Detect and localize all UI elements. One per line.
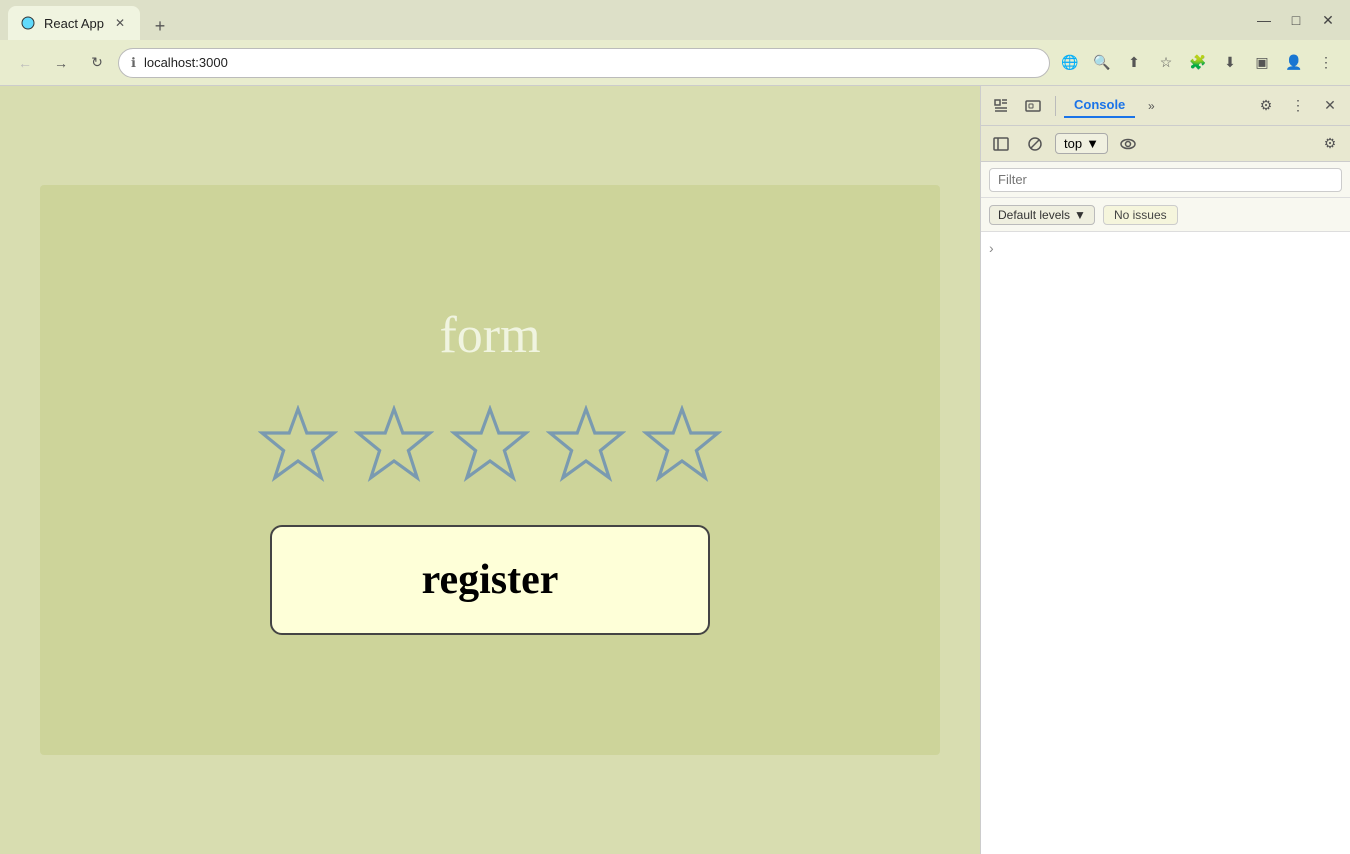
devtools-filter-bar xyxy=(981,162,1350,198)
app-container: form xyxy=(40,185,940,755)
devtools-console-content: › xyxy=(981,232,1350,854)
back-button[interactable]: ← xyxy=(10,48,40,78)
devtools-default-levels[interactable]: Default levels ▼ xyxy=(989,205,1095,225)
browser-window: React App ✕ + — □ ✕ ← → ↻ ℹ localhost:30… xyxy=(0,0,1350,854)
title-bar: React App ✕ + — □ ✕ xyxy=(0,0,1350,40)
translate-icon[interactable]: 🌐 xyxy=(1056,49,1084,77)
devtools-top-label: top xyxy=(1064,136,1082,151)
share-icon[interactable]: ⬆ xyxy=(1120,49,1148,77)
form-title: form xyxy=(439,306,540,365)
browser-toolbar: ← → ↻ ℹ localhost:3000 🌐 🔍 ⬆ ☆ 🧩 ⬇ ▣ 👤 ⋮ xyxy=(0,40,1350,86)
address-bar[interactable]: ℹ localhost:3000 xyxy=(118,48,1050,78)
maximize-button[interactable]: □ xyxy=(1282,6,1310,34)
devtools-eye-icon[interactable] xyxy=(1114,130,1142,158)
devtools-ban-icon[interactable] xyxy=(1021,130,1049,158)
devtools-sidebar-toggle[interactable] xyxy=(987,130,1015,158)
new-tab-button[interactable]: + xyxy=(146,12,174,40)
star-1[interactable] xyxy=(258,405,338,485)
download-icon[interactable]: ⬇ xyxy=(1216,49,1244,77)
extensions-icon[interactable]: 🧩 xyxy=(1184,49,1212,77)
devtools-top-chevron: ▼ xyxy=(1086,136,1099,151)
devtools-no-issues-badge: No issues xyxy=(1103,205,1178,225)
devtools-right-icons: ⚙ ⋮ ✕ xyxy=(1252,92,1344,120)
url-text: localhost:3000 xyxy=(144,55,228,70)
devtools-filter-input[interactable] xyxy=(989,168,1342,192)
browser-menu-icon[interactable]: ⋮ xyxy=(1312,49,1340,77)
devtools-more-tabs[interactable]: » xyxy=(1139,94,1163,118)
devtools-separator xyxy=(1055,96,1056,116)
devtools-levels-bar: Default levels ▼ No issues xyxy=(981,198,1350,232)
devtools-console-tab[interactable]: Console xyxy=(1064,93,1135,118)
default-levels-label: Default levels xyxy=(998,208,1070,222)
refresh-button[interactable]: ↻ xyxy=(82,48,112,78)
window-controls: — □ ✕ xyxy=(1250,6,1342,34)
devtools-inspect-icon[interactable] xyxy=(987,92,1015,120)
stars-rating xyxy=(258,405,722,485)
devtools-console-settings[interactable]: ⚙ xyxy=(1316,130,1344,158)
close-button[interactable]: ✕ xyxy=(1314,6,1342,34)
devtools-console-arrow[interactable]: › xyxy=(989,240,994,256)
register-button[interactable]: register xyxy=(270,525,710,635)
toolbar-icons: 🌐 🔍 ⬆ ☆ 🧩 ⬇ ▣ 👤 ⋮ xyxy=(1056,49,1340,77)
devtools-panel: Console » ⚙ ⋮ ✕ xyxy=(980,86,1350,854)
devtools-close-icon[interactable]: ✕ xyxy=(1316,92,1344,120)
forward-button[interactable]: → xyxy=(46,48,76,78)
profile-icon[interactable]: 👤 xyxy=(1280,49,1308,77)
main-area: form xyxy=(0,86,1350,854)
minimize-button[interactable]: — xyxy=(1250,6,1278,34)
tab-close-button[interactable]: ✕ xyxy=(112,15,128,31)
devtools-settings-icon[interactable]: ⚙ xyxy=(1252,92,1280,120)
star-3[interactable] xyxy=(450,405,530,485)
active-tab[interactable]: React App ✕ xyxy=(8,6,140,40)
star-2[interactable] xyxy=(354,405,434,485)
levels-chevron-icon: ▼ xyxy=(1074,208,1086,222)
bookmark-icon[interactable]: ☆ xyxy=(1152,49,1180,77)
devtools-toolbar: Console » ⚙ ⋮ ✕ xyxy=(981,86,1350,126)
star-4[interactable] xyxy=(546,405,626,485)
tab-favicon xyxy=(20,15,36,31)
tab-bar: React App ✕ + xyxy=(8,0,174,40)
star-5[interactable] xyxy=(642,405,722,485)
page-content: form xyxy=(0,86,980,854)
security-icon: ℹ xyxy=(131,55,136,71)
devtools-secondary-toolbar: top ▼ ⚙ xyxy=(981,126,1350,162)
devtools-device-icon[interactable] xyxy=(1019,92,1047,120)
devtools-top-selector[interactable]: top ▼ xyxy=(1055,133,1108,154)
tab-title: React App xyxy=(44,16,104,31)
zoom-icon[interactable]: 🔍 xyxy=(1088,49,1116,77)
sidebar-icon[interactable]: ▣ xyxy=(1248,49,1276,77)
devtools-more-menu[interactable]: ⋮ xyxy=(1284,92,1312,120)
